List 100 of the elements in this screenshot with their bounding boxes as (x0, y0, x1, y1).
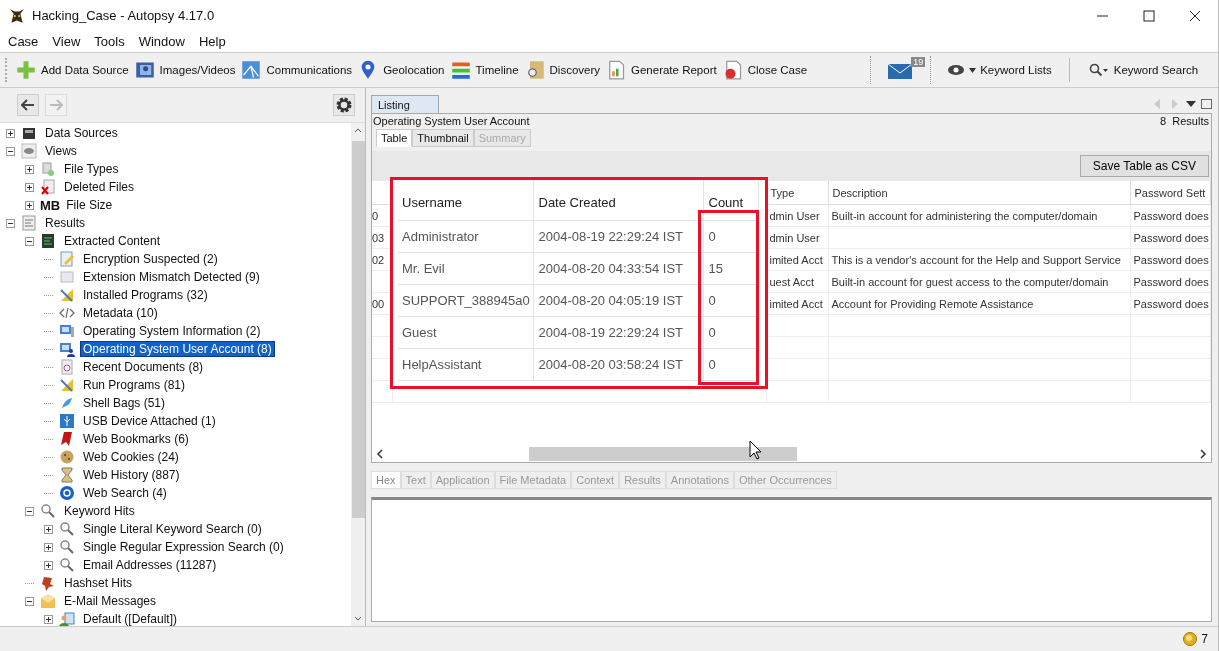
tree-item[interactable]: Encryption Suspected (2) (81, 252, 220, 266)
column-header[interactable]: Description (828, 181, 1130, 205)
table-cell: Built-in account for administering the computer/domain (831, 209, 1098, 222)
search-icon (59, 521, 75, 537)
save-csv-button[interactable]: Save Table as CSV (1079, 155, 1209, 177)
view-tab[interactable]: Thumbnail (412, 129, 474, 147)
menu-item[interactable]: Help (198, 34, 226, 49)
table-cell: Password does (1133, 297, 1209, 310)
set-square-icon (59, 377, 75, 393)
back-arrow-icon (21, 99, 35, 111)
horizontal-scrollbar[interactable] (372, 445, 1211, 462)
tree-item[interactable]: Operating System User Account (8) (81, 342, 274, 356)
toolbar-button[interactable]: Timeline (447, 56, 522, 84)
code-icon (59, 305, 75, 321)
tree-item[interactable]: Web History (887) (81, 468, 182, 482)
table-cell: 2004-08-20 03:58:24 IST (538, 357, 684, 372)
tree-item[interactable]: Extension Mismatch Detected (9) (81, 270, 262, 284)
view-tab[interactable]: Table (376, 129, 413, 147)
tree-item[interactable]: Single Literal Keyword Search (0) (81, 522, 264, 536)
tree-item[interactable]: Email Addresses (11287) (81, 558, 219, 572)
viewer-tab[interactable]: Hex (371, 471, 401, 489)
tree-item[interactable]: Extracted Content (62, 234, 163, 248)
toolbar-button[interactable]: Generate Report (603, 56, 720, 84)
column-header[interactable]: Password Sett (1130, 181, 1211, 205)
table-cell: dmin User (769, 209, 820, 222)
collapse-icon[interactable] (25, 236, 34, 246)
vertical-scrollbar[interactable] (351, 123, 365, 626)
column-header: Date Created (533, 180, 703, 221)
eye-icon (947, 64, 966, 76)
tree-item[interactable]: Recent Documents (8) (81, 360, 206, 374)
expand-icon[interactable] (25, 164, 34, 174)
listing-tab[interactable]: Listing (371, 95, 439, 113)
collapse-icon[interactable] (25, 506, 34, 516)
keyword-lists-button[interactable]: Keyword Lists (944, 56, 1055, 84)
tree-item[interactable]: Results (43, 216, 87, 230)
expand-icon[interactable] (25, 182, 34, 192)
tree-item[interactable]: Keyword Hits (62, 504, 137, 518)
tree-item[interactable]: Installed Programs (32) (81, 288, 210, 302)
tree-item[interactable]: Hashset Hits (62, 576, 135, 590)
expand-icon[interactable] (44, 560, 53, 570)
tree-item[interactable]: File Size (64, 198, 115, 212)
toolbar-button[interactable]: Add Data Source (13, 56, 132, 84)
tree-item[interactable]: Shell Bags (51) (81, 396, 168, 410)
app-logo-icon (8, 6, 26, 25)
tree-item[interactable]: Web Bookmarks (6) (81, 432, 191, 446)
expand-icon[interactable] (6, 128, 15, 138)
tree-item[interactable]: USB Device Attached (1) (81, 414, 218, 428)
collapse-icon[interactable] (6, 146, 15, 156)
tree-item[interactable]: Operating System Information (2) (81, 324, 263, 338)
hourglass-icon (59, 467, 75, 483)
deleted-file-icon (40, 179, 56, 195)
toolbar-button[interactable]: Close Case (719, 56, 811, 84)
menu-item[interactable]: Case (8, 34, 39, 49)
expand-icon[interactable] (44, 542, 53, 552)
tree-item[interactable]: Metadata (10) (81, 306, 160, 320)
expand-icon[interactable] (44, 524, 53, 534)
scroll-right-icon (1199, 448, 1207, 459)
status-count: 7 (1201, 632, 1208, 646)
table-cell: Built-in account for guest access to the computer/domain (831, 275, 1109, 288)
table-cell: 0 (708, 293, 716, 308)
expand-icon[interactable] (25, 200, 34, 210)
tree-item[interactable]: Single Regular Expression Search (0) (81, 540, 286, 554)
tree-item[interactable]: Web Search (4) (81, 486, 169, 500)
scroll-left-icon (376, 448, 384, 459)
settings-button[interactable] (333, 94, 355, 116)
search-icon (40, 503, 56, 519)
notification-count: 19 (911, 57, 926, 67)
tree-item[interactable]: Views (43, 144, 79, 158)
back-button[interactable] (17, 94, 39, 116)
tree-item[interactable]: Deleted Files (62, 180, 137, 194)
tree-item[interactable]: Web Cookies (24) (81, 450, 181, 464)
notifications-button[interactable]: 19 (872, 56, 931, 84)
table-cell: imited Acct (769, 253, 823, 266)
toolbar-button[interactable]: Geolocation (355, 56, 448, 84)
toolbar-button[interactable]: Communications (238, 56, 356, 84)
timeline-icon (450, 60, 471, 80)
menu-item[interactable]: Tools (94, 34, 125, 49)
collapse-icon[interactable] (25, 596, 34, 606)
tree-item[interactable]: Run Programs (81) (81, 378, 188, 392)
scroll-up-icon (354, 127, 362, 133)
menu-item[interactable]: View (52, 34, 81, 49)
toolbar-button[interactable]: Discovery (521, 56, 603, 84)
tree-item[interactable]: File Types (62, 162, 121, 176)
clock-document-icon (59, 359, 75, 375)
window-title: Hacking_Case - Autopsy 4.17.0 (32, 8, 215, 23)
results-count: 8 Results (1160, 115, 1210, 127)
menu-item[interactable]: Window (138, 34, 185, 49)
tree-item[interactable]: E-Mail Messages (62, 594, 159, 608)
keyword-search-button[interactable]: Keyword Search (1085, 56, 1202, 84)
tab-navigation-icon[interactable] (1154, 99, 1212, 109)
tree-item[interactable]: Data Sources (43, 126, 120, 140)
collapse-icon[interactable] (6, 218, 15, 228)
table-cell: imited Acct (769, 297, 823, 310)
table-cell: 2004-08-19 22:29:24 IST (538, 229, 684, 244)
expand-icon[interactable] (44, 614, 53, 624)
document-icon (21, 215, 37, 231)
table-cell: 0 (708, 325, 716, 340)
toolbar-button[interactable]: Images/Videos (131, 56, 239, 84)
bookmark-icon (59, 431, 75, 447)
tree-item[interactable]: Default ([Default]) (81, 612, 180, 626)
